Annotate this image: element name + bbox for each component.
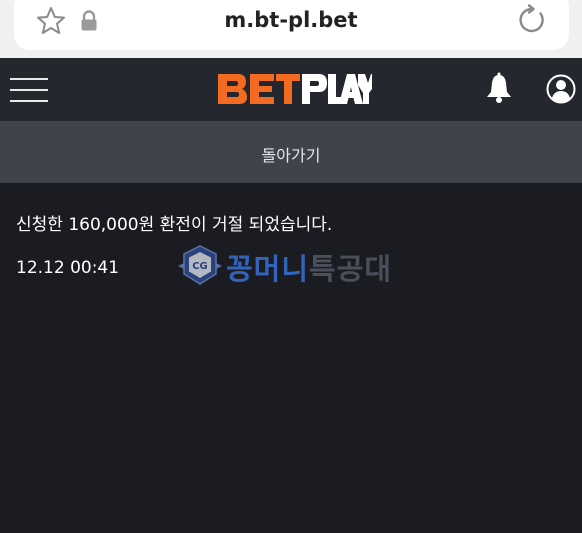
bell-icon[interactable]	[484, 72, 514, 104]
menu-icon[interactable]	[10, 76, 50, 104]
back-button[interactable]: 돌아가기	[0, 121, 582, 183]
watermark-logo: CG 꽁머니특공대	[176, 242, 416, 292]
notification-message: 신청한 160,000원 환전이 거절 되었습니다.	[16, 215, 333, 235]
svg-text:CG: CG	[192, 261, 208, 272]
user-icon[interactable]	[546, 74, 576, 104]
back-button-label: 돌아가기	[261, 146, 321, 165]
app-header	[0, 58, 582, 121]
betplay-logo[interactable]	[216, 71, 372, 107]
refresh-icon[interactable]	[516, 4, 548, 36]
browser-toolbar: m.bt-pl.bet	[0, 0, 582, 58]
watermark-text: 꽁머니특공대	[226, 252, 393, 286]
notification-content: 신청한 160,000원 환전이 거절 되었습니다. 12.12 00:41 C…	[0, 183, 582, 533]
url-text[interactable]: m.bt-pl.bet	[0, 8, 582, 32]
notification-time: 12.12 00:41	[16, 258, 120, 278]
watermark-emblem-icon: CG	[178, 245, 222, 285]
